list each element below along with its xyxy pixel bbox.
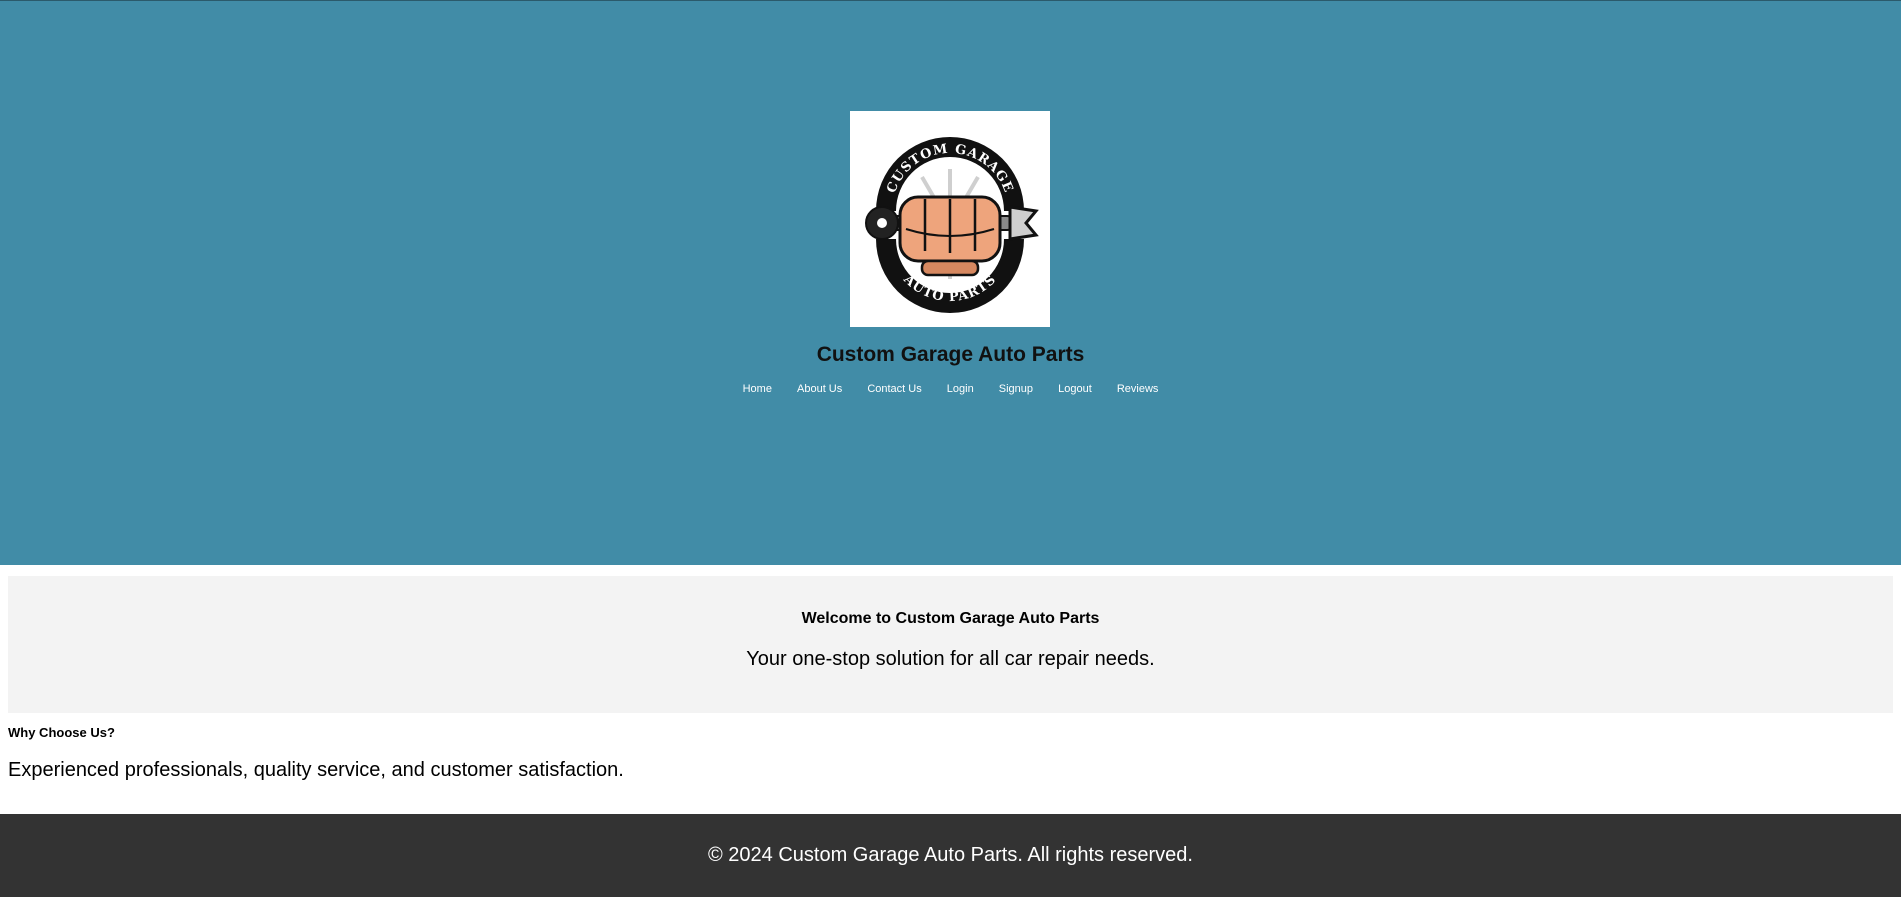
footer-copyright: © 2024 Custom Garage Auto Parts. All rig… bbox=[708, 844, 1193, 866]
logo-icon: CUSTOM GARAGE AUTO PARTS bbox=[865, 137, 1039, 313]
welcome-section: Welcome to Custom Garage Auto Parts Your… bbox=[8, 576, 1893, 713]
nav-home[interactable]: Home bbox=[743, 383, 772, 395]
nav-about-us[interactable]: About Us bbox=[797, 383, 842, 395]
site-title: Custom Garage Auto Parts bbox=[816, 343, 1085, 366]
nav-logout[interactable]: Logout bbox=[1058, 383, 1092, 395]
why-choose-us-section: Why Choose Us? Experienced professionals… bbox=[0, 713, 1901, 814]
site-header: CUSTOM GARAGE AUTO PARTS Custom Garage A… bbox=[0, 1, 1901, 565]
welcome-heading: Welcome to Custom Garage Auto Parts bbox=[801, 610, 1100, 627]
nav-login[interactable]: Login bbox=[947, 383, 974, 395]
nav-contact-us[interactable]: Contact Us bbox=[867, 383, 921, 395]
logo[interactable]: CUSTOM GARAGE AUTO PARTS bbox=[850, 111, 1050, 327]
why-text: Experienced professionals, quality servi… bbox=[8, 759, 624, 781]
nav-reviews[interactable]: Reviews bbox=[1117, 383, 1159, 395]
main-nav: Home About Us Contact Us Login Signup Lo… bbox=[0, 383, 1901, 395]
nav-signup[interactable]: Signup bbox=[999, 383, 1033, 395]
site-footer: © 2024 Custom Garage Auto Parts. All rig… bbox=[0, 814, 1901, 897]
why-heading: Why Choose Us? bbox=[8, 725, 115, 740]
welcome-tagline: Your one-stop solution for all car repai… bbox=[746, 648, 1155, 670]
